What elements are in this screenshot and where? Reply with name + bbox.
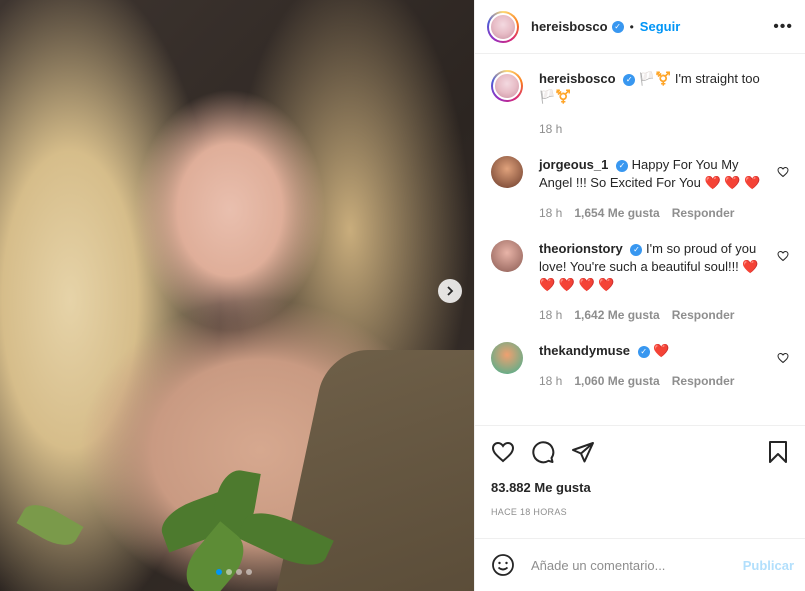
follow-button[interactable]: Seguir bbox=[640, 19, 680, 34]
comment-time[interactable]: 18 h bbox=[539, 372, 562, 390]
comment-row: theorionstory ✓ I'm so proud of you love… bbox=[491, 240, 789, 324]
comment-username[interactable]: theorionstory bbox=[539, 241, 623, 256]
comment-time[interactable]: 18 h bbox=[539, 204, 562, 222]
carousel-dots bbox=[216, 569, 252, 575]
reply-button[interactable]: Responder bbox=[672, 306, 735, 324]
comment-row: jorgeous_1 ✓ Happy For You My Angel !!! … bbox=[491, 156, 789, 222]
comment-body: thekandymuse ✓ ❤️ 18 h 1,060 Me gusta Re… bbox=[539, 342, 769, 390]
comment-row: thekandymuse ✓ ❤️ 18 h 1,060 Me gusta Re… bbox=[491, 342, 789, 390]
more-options-icon[interactable]: ••• bbox=[773, 18, 793, 36]
commenter-avatar[interactable] bbox=[491, 342, 523, 374]
caption-username[interactable]: hereisbosco bbox=[539, 71, 616, 86]
comment-likes[interactable]: 1,642 Me gusta bbox=[574, 306, 659, 324]
post-likes-count[interactable]: 83.882 Me gusta bbox=[491, 480, 790, 495]
verified-badge-icon: ✓ bbox=[611, 20, 624, 33]
action-icons bbox=[491, 440, 790, 464]
author-username[interactable]: hereisbosco bbox=[531, 19, 608, 34]
comment-username[interactable]: thekandymuse bbox=[539, 343, 630, 358]
comment-meta: 18 h 1,642 Me gusta Responder bbox=[539, 306, 769, 324]
header-separator: • bbox=[629, 19, 634, 34]
comment-composer: Publicar bbox=[475, 538, 805, 591]
comment-meta: 18 h 1,060 Me gusta Responder bbox=[539, 372, 769, 390]
instagram-post: hereisbosco ✓ • Seguir ••• hereisbosco ✓… bbox=[0, 0, 805, 591]
photo-plant-leaf bbox=[16, 497, 84, 553]
like-heart-icon[interactable] bbox=[491, 440, 515, 464]
caption-body: hereisbosco ✓ 🏳️⚧️ I'm straight too🏳️⚧️ … bbox=[539, 70, 769, 138]
verified-badge-icon: ✓ bbox=[630, 243, 643, 256]
comment-meta: 18 h 1,654 Me gusta Responder bbox=[539, 204, 769, 222]
bookmark-icon[interactable] bbox=[766, 440, 790, 464]
caption-meta: 18 h bbox=[539, 120, 769, 138]
comment-username[interactable]: jorgeous_1 bbox=[539, 157, 608, 172]
carousel-dot bbox=[246, 569, 252, 575]
share-send-icon[interactable] bbox=[571, 440, 595, 464]
reply-button[interactable]: Responder bbox=[672, 372, 735, 390]
carousel-dot bbox=[236, 569, 242, 575]
commenter-avatar[interactable] bbox=[491, 156, 523, 188]
comment-likes[interactable]: 1,060 Me gusta bbox=[574, 372, 659, 390]
carousel-dot bbox=[226, 569, 232, 575]
comment-time[interactable]: 18 h bbox=[539, 306, 562, 324]
carousel-dot bbox=[216, 569, 222, 575]
comment-body: theorionstory ✓ I'm so proud of you love… bbox=[539, 240, 769, 324]
reply-button[interactable]: Responder bbox=[672, 204, 735, 222]
post-header: hereisbosco ✓ • Seguir ••• bbox=[475, 0, 805, 54]
author-avatar[interactable] bbox=[491, 70, 523, 102]
like-comment-heart-icon[interactable] bbox=[777, 250, 789, 262]
publish-button[interactable]: Publicar bbox=[743, 558, 794, 573]
comment-input[interactable] bbox=[529, 556, 743, 574]
post-photo[interactable] bbox=[0, 0, 474, 591]
post-side-panel: hereisbosco ✓ • Seguir ••• hereisbosco ✓… bbox=[474, 0, 805, 591]
comment-body: jorgeous_1 ✓ Happy For You My Angel !!! … bbox=[539, 156, 769, 222]
like-comment-heart-icon[interactable] bbox=[777, 166, 789, 178]
caption-time[interactable]: 18 h bbox=[539, 120, 562, 138]
comment-text: ❤️ bbox=[653, 343, 670, 358]
comment-likes[interactable]: 1,654 Me gusta bbox=[574, 204, 659, 222]
post-actions: 83.882 Me gusta HACE 18 HORAS bbox=[475, 425, 805, 517]
post-time-ago[interactable]: HACE 18 HORAS bbox=[491, 507, 790, 517]
verified-badge-icon: ✓ bbox=[637, 345, 650, 358]
commenter-avatar[interactable] bbox=[491, 240, 523, 272]
comment-bubble-icon[interactable] bbox=[531, 440, 555, 464]
caption-row: hereisbosco ✓ 🏳️⚧️ I'm straight too🏳️⚧️ … bbox=[491, 70, 789, 138]
like-comment-heart-icon[interactable] bbox=[777, 352, 789, 364]
comments-list[interactable]: hereisbosco ✓ 🏳️⚧️ I'm straight too🏳️⚧️ … bbox=[475, 54, 805, 425]
author-avatar[interactable] bbox=[487, 10, 519, 43]
emoji-icon[interactable] bbox=[491, 553, 515, 577]
verified-badge-icon: ✓ bbox=[615, 159, 628, 172]
carousel-next-button[interactable] bbox=[438, 279, 462, 303]
chevron-right-icon bbox=[447, 286, 454, 296]
verified-badge-icon: ✓ bbox=[623, 73, 636, 86]
